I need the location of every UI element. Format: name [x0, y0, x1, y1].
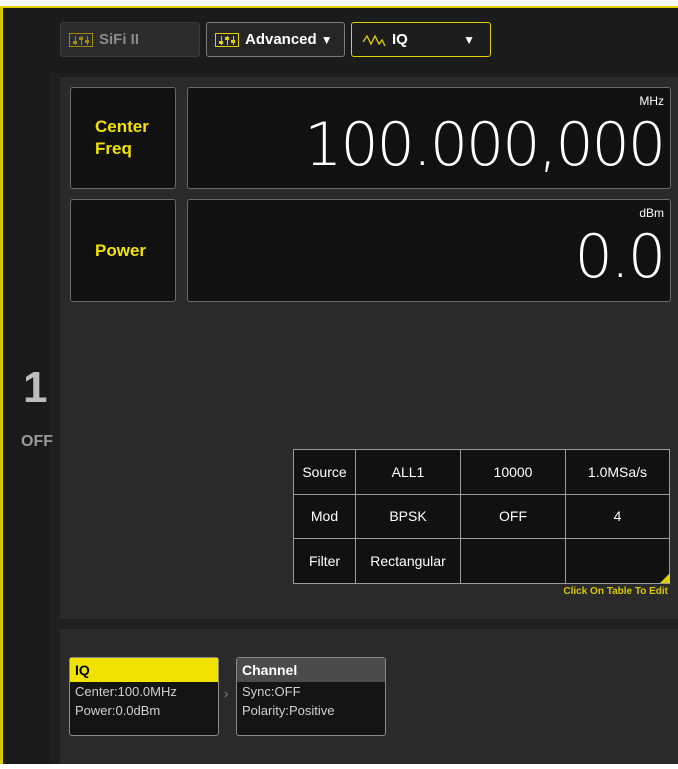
table-cell[interactable]: Filter	[293, 538, 356, 584]
channel-number: 1	[23, 363, 48, 412]
sliders-icon	[69, 32, 93, 47]
table-cell[interactable]: Mod	[293, 493, 356, 540]
table-cell[interactable]: ALL1	[355, 449, 461, 495]
power-value: 0.0	[574, 222, 666, 292]
tab-iq-label: IQ	[392, 31, 408, 48]
center-freq-unit: MHz	[639, 94, 664, 108]
table-edit-hint: Click On Table To Edit	[563, 586, 668, 597]
table-cell[interactable]: 10000	[460, 449, 566, 495]
center-freq-label-line1: Center	[95, 117, 149, 136]
channel-block-title: Channel	[237, 658, 385, 682]
channel-block-sync: Sync:OFF	[242, 684, 301, 699]
table-cell[interactable]: 1.0MSa/s	[565, 449, 670, 495]
channel-block[interactable]: Channel Sync:OFF Polarity:Positive	[236, 657, 386, 736]
power-unit: dBm	[639, 206, 664, 220]
table-cell[interactable]: BPSK	[355, 493, 461, 540]
iq-block-center: Center:100.0MHz	[75, 684, 177, 699]
iq-block[interactable]: IQ Center:100.0MHz Power:0.0dBm	[69, 657, 219, 736]
edit-corner-marker	[660, 573, 670, 583]
table-cell[interactable]: Source	[293, 449, 356, 495]
channel-block-polarity: Polarity:Positive	[242, 703, 335, 718]
center-freq-value: 100.000,000	[304, 110, 666, 180]
iq-settings-table[interactable]: Source ALL1 10000 1.0MSa/s Mod BPSK OFF …	[293, 449, 670, 584]
channel-state: OFF	[21, 433, 53, 450]
iq-block-power: Power:0.0dBm	[75, 703, 161, 718]
sliders-icon	[215, 32, 239, 47]
iq-block-title: IQ	[70, 658, 218, 682]
table-cell[interactable]: 4	[565, 493, 670, 540]
mode-tab-bar: SiFi II Advanced ▼ IQ ▼	[50, 8, 678, 73]
chevron-right-icon: ›	[224, 686, 229, 701]
tab-iq[interactable]: IQ ▼	[351, 22, 491, 57]
table-row[interactable]: Filter Rectangular	[293, 538, 670, 584]
table-row[interactable]: Source ALL1 10000 1.0MSa/s	[293, 449, 670, 495]
table-cell[interactable]: OFF	[460, 493, 566, 540]
wave-icon	[362, 34, 386, 46]
power-label[interactable]: Power	[70, 199, 176, 302]
tab-advanced[interactable]: Advanced ▼	[206, 22, 345, 57]
power-label-text: Power	[95, 240, 147, 260]
tab-advanced-label: Advanced	[245, 31, 317, 48]
power-value-field[interactable]: dBm 0.0	[187, 199, 671, 302]
center-freq-label[interactable]: Center Freq	[70, 87, 176, 189]
table-cell[interactable]	[565, 538, 670, 584]
table-row[interactable]: Mod BPSK OFF 4	[293, 493, 670, 540]
caret-down-icon: ▼	[320, 32, 333, 47]
center-freq-label-line2: Freq	[95, 139, 132, 158]
tab-sifi-label: SiFi II	[99, 31, 140, 48]
table-cell[interactable]	[460, 538, 566, 584]
channel-strip[interactable]: 1 OFF	[0, 8, 53, 764]
tab-sifi[interactable]: SiFi II	[60, 22, 200, 57]
center-freq-value-field[interactable]: MHz 100.000,000	[187, 87, 671, 189]
caret-down-icon[interactable]: ▼	[463, 33, 475, 47]
table-cell[interactable]: Rectangular	[355, 538, 461, 584]
